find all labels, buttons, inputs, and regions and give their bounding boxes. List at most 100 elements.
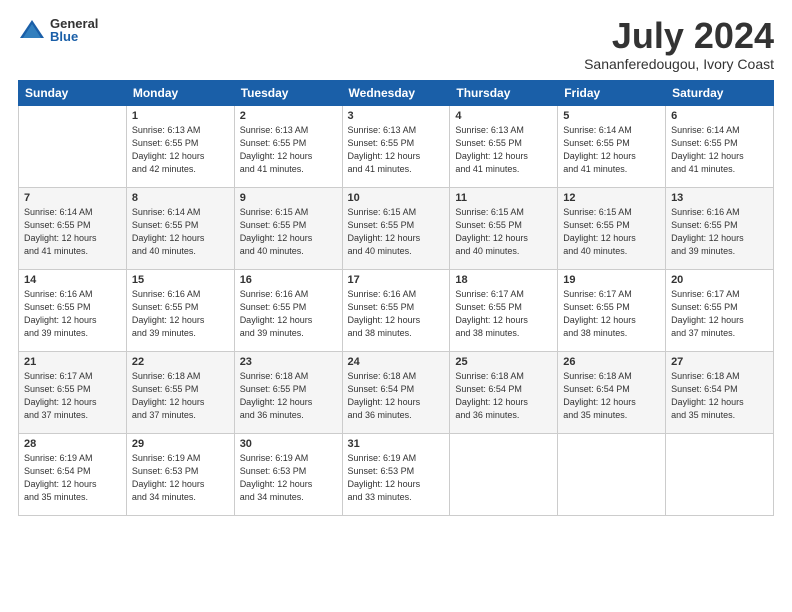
cell-date: 9 bbox=[240, 192, 337, 204]
cell-date: 29 bbox=[132, 438, 229, 450]
cell-info: Sunrise: 6:19 AMSunset: 6:53 PMDaylight:… bbox=[348, 452, 445, 504]
day-header-friday: Friday bbox=[558, 80, 666, 105]
cell-date: 2 bbox=[240, 110, 337, 122]
cell-info: Sunrise: 6:19 AMSunset: 6:53 PMDaylight:… bbox=[132, 452, 229, 504]
calendar-cell: 22 Sunrise: 6:18 AMSunset: 6:55 PMDayligh… bbox=[126, 351, 234, 433]
location-subtitle: Sananferedougou, Ivory Coast bbox=[584, 56, 774, 72]
calendar-cell: 27 Sunrise: 6:18 AMSunset: 6:54 PMDayligh… bbox=[666, 351, 774, 433]
cell-date: 15 bbox=[132, 274, 229, 286]
cell-date: 25 bbox=[455, 356, 552, 368]
cell-date: 31 bbox=[348, 438, 445, 450]
calendar-week-2: 7 Sunrise: 6:14 AMSunset: 6:55 PMDaylight… bbox=[19, 187, 774, 269]
cell-info: Sunrise: 6:15 AMSunset: 6:55 PMDaylight:… bbox=[240, 206, 337, 258]
calendar-cell bbox=[558, 433, 666, 515]
logo-blue: Blue bbox=[50, 30, 98, 43]
logo-icon bbox=[18, 16, 46, 44]
day-header-thursday: Thursday bbox=[450, 80, 558, 105]
cell-date: 26 bbox=[563, 356, 660, 368]
calendar-cell: 3Sunrise: 6:13 AMSunset: 6:55 PMDaylight… bbox=[342, 105, 450, 187]
cell-info: Sunrise: 6:16 AMSunset: 6:55 PMDaylight:… bbox=[132, 288, 229, 340]
cell-date: 24 bbox=[348, 356, 445, 368]
cell-date: 27 bbox=[671, 356, 768, 368]
calendar-week-3: 14 Sunrise: 6:16 AMSunset: 6:55 PMDayligh… bbox=[19, 269, 774, 351]
cell-date: 14 bbox=[24, 274, 121, 286]
cell-info: Sunrise: 6:16 AMSunset: 6:55 PMDaylight:… bbox=[671, 206, 768, 258]
calendar-cell bbox=[450, 433, 558, 515]
calendar-cell: 16 Sunrise: 6:16 AMSunset: 6:55 PMDayligh… bbox=[234, 269, 342, 351]
cell-info: Sunrise: 6:17 AMSunset: 6:55 PMDaylight:… bbox=[563, 288, 660, 340]
calendar-cell: 12Sunrise: 6:15 AMSunset: 6:55 PMDayligh… bbox=[558, 187, 666, 269]
calendar-cell: 5 Sunrise: 6:14 AMSunset: 6:55 PMDaylight… bbox=[558, 105, 666, 187]
calendar-cell: 30 Sunrise: 6:19 AMSunset: 6:53 PMDayligh… bbox=[234, 433, 342, 515]
calendar-cell: 31 Sunrise: 6:19 AMSunset: 6:53 PMDayligh… bbox=[342, 433, 450, 515]
title-area: July 2024 Sananferedougou, Ivory Coast bbox=[584, 16, 774, 72]
cell-date: 1 bbox=[132, 110, 229, 122]
cell-info: Sunrise: 6:18 AMSunset: 6:54 PMDaylight:… bbox=[563, 370, 660, 422]
cell-date: 6 bbox=[671, 110, 768, 122]
cell-info: Sunrise: 6:14 AMSunset: 6:55 PMDaylight:… bbox=[671, 124, 768, 176]
cell-date: 23 bbox=[240, 356, 337, 368]
calendar-cell bbox=[666, 433, 774, 515]
cell-date: 10 bbox=[348, 192, 445, 204]
calendar-header: General Blue July 2024 Sananferedougou, … bbox=[18, 16, 774, 72]
cell-info: Sunrise: 6:18 AMSunset: 6:55 PMDaylight:… bbox=[132, 370, 229, 422]
cell-info: Sunrise: 6:18 AMSunset: 6:54 PMDaylight:… bbox=[671, 370, 768, 422]
calendar-cell: 9 Sunrise: 6:15 AMSunset: 6:55 PMDaylight… bbox=[234, 187, 342, 269]
cell-date: 20 bbox=[671, 274, 768, 286]
cell-info: Sunrise: 6:16 AMSunset: 6:55 PMDaylight:… bbox=[240, 288, 337, 340]
cell-date: 30 bbox=[240, 438, 337, 450]
calendar-cell: 2 Sunrise: 6:13 AMSunset: 6:55 PMDaylight… bbox=[234, 105, 342, 187]
cell-date: 8 bbox=[132, 192, 229, 204]
calendar-page: General Blue July 2024 Sananferedougou, … bbox=[0, 0, 792, 612]
calendar-cell: 14 Sunrise: 6:16 AMSunset: 6:55 PMDayligh… bbox=[19, 269, 127, 351]
cell-date: 12 bbox=[563, 192, 660, 204]
cell-info: Sunrise: 6:19 AMSunset: 6:54 PMDaylight:… bbox=[24, 452, 121, 504]
calendar-cell: 29 Sunrise: 6:19 AMSunset: 6:53 PMDayligh… bbox=[126, 433, 234, 515]
calendar-cell: 17Sunrise: 6:16 AMSunset: 6:55 PMDayligh… bbox=[342, 269, 450, 351]
cell-date: 4 bbox=[455, 110, 552, 122]
calendar-cell: 13 Sunrise: 6:16 AMSunset: 6:55 PMDayligh… bbox=[666, 187, 774, 269]
calendar-cell: 8 Sunrise: 6:14 AMSunset: 6:55 PMDaylight… bbox=[126, 187, 234, 269]
cell-info: Sunrise: 6:18 AMSunset: 6:54 PMDaylight:… bbox=[348, 370, 445, 422]
calendar-cell: 7 Sunrise: 6:14 AMSunset: 6:55 PMDaylight… bbox=[19, 187, 127, 269]
cell-date: 7 bbox=[24, 192, 121, 204]
cell-info: Sunrise: 6:19 AMSunset: 6:53 PMDaylight:… bbox=[240, 452, 337, 504]
logo-text: General Blue bbox=[50, 17, 98, 43]
calendar-week-4: 21Sunrise: 6:17 AMSunset: 6:55 PMDayligh… bbox=[19, 351, 774, 433]
cell-date: 16 bbox=[240, 274, 337, 286]
cell-info: Sunrise: 6:13 AMSunset: 6:55 PMDaylight:… bbox=[240, 124, 337, 176]
logo: General Blue bbox=[18, 16, 98, 44]
cell-info: Sunrise: 6:18 AMSunset: 6:55 PMDaylight:… bbox=[240, 370, 337, 422]
cell-date: 13 bbox=[671, 192, 768, 204]
calendar-cell: 1Sunrise: 6:13 AMSunset: 6:55 PMDaylight… bbox=[126, 105, 234, 187]
cell-info: Sunrise: 6:14 AMSunset: 6:55 PMDaylight:… bbox=[24, 206, 121, 258]
month-title: July 2024 bbox=[584, 16, 774, 56]
calendar-week-5: 28Sunrise: 6:19 AMSunset: 6:54 PMDayligh… bbox=[19, 433, 774, 515]
cell-date: 5 bbox=[563, 110, 660, 122]
cell-info: Sunrise: 6:14 AMSunset: 6:55 PMDaylight:… bbox=[132, 206, 229, 258]
day-header-monday: Monday bbox=[126, 80, 234, 105]
cell-info: Sunrise: 6:13 AMSunset: 6:55 PMDaylight:… bbox=[348, 124, 445, 176]
calendar-cell: 11Sunrise: 6:15 AMSunset: 6:55 PMDayligh… bbox=[450, 187, 558, 269]
calendar-cell: 19 Sunrise: 6:17 AMSunset: 6:55 PMDayligh… bbox=[558, 269, 666, 351]
cell-info: Sunrise: 6:16 AMSunset: 6:55 PMDaylight:… bbox=[24, 288, 121, 340]
calendar-cell: 23 Sunrise: 6:18 AMSunset: 6:55 PMDayligh… bbox=[234, 351, 342, 433]
calendar-cell: 6 Sunrise: 6:14 AMSunset: 6:55 PMDaylight… bbox=[666, 105, 774, 187]
calendar-cell: 21Sunrise: 6:17 AMSunset: 6:55 PMDayligh… bbox=[19, 351, 127, 433]
cell-info: Sunrise: 6:14 AMSunset: 6:55 PMDaylight:… bbox=[563, 124, 660, 176]
cell-info: Sunrise: 6:18 AMSunset: 6:54 PMDaylight:… bbox=[455, 370, 552, 422]
calendar-cell: 28Sunrise: 6:19 AMSunset: 6:54 PMDayligh… bbox=[19, 433, 127, 515]
calendar-cell: 10 Sunrise: 6:15 AMSunset: 6:55 PMDayligh… bbox=[342, 187, 450, 269]
calendar-cell: 18Sunrise: 6:17 AMSunset: 6:55 PMDayligh… bbox=[450, 269, 558, 351]
cell-info: Sunrise: 6:17 AMSunset: 6:55 PMDaylight:… bbox=[671, 288, 768, 340]
day-header-row: SundayMondayTuesdayWednesdayThursdayFrid… bbox=[19, 80, 774, 105]
calendar-cell: 24 Sunrise: 6:18 AMSunset: 6:54 PMDayligh… bbox=[342, 351, 450, 433]
cell-date: 22 bbox=[132, 356, 229, 368]
cell-info: Sunrise: 6:15 AMSunset: 6:55 PMDaylight:… bbox=[348, 206, 445, 258]
cell-date: 21 bbox=[24, 356, 121, 368]
cell-date: 19 bbox=[563, 274, 660, 286]
cell-date: 11 bbox=[455, 192, 552, 204]
day-header-sunday: Sunday bbox=[19, 80, 127, 105]
day-header-saturday: Saturday bbox=[666, 80, 774, 105]
cell-info: Sunrise: 6:16 AMSunset: 6:55 PMDaylight:… bbox=[348, 288, 445, 340]
